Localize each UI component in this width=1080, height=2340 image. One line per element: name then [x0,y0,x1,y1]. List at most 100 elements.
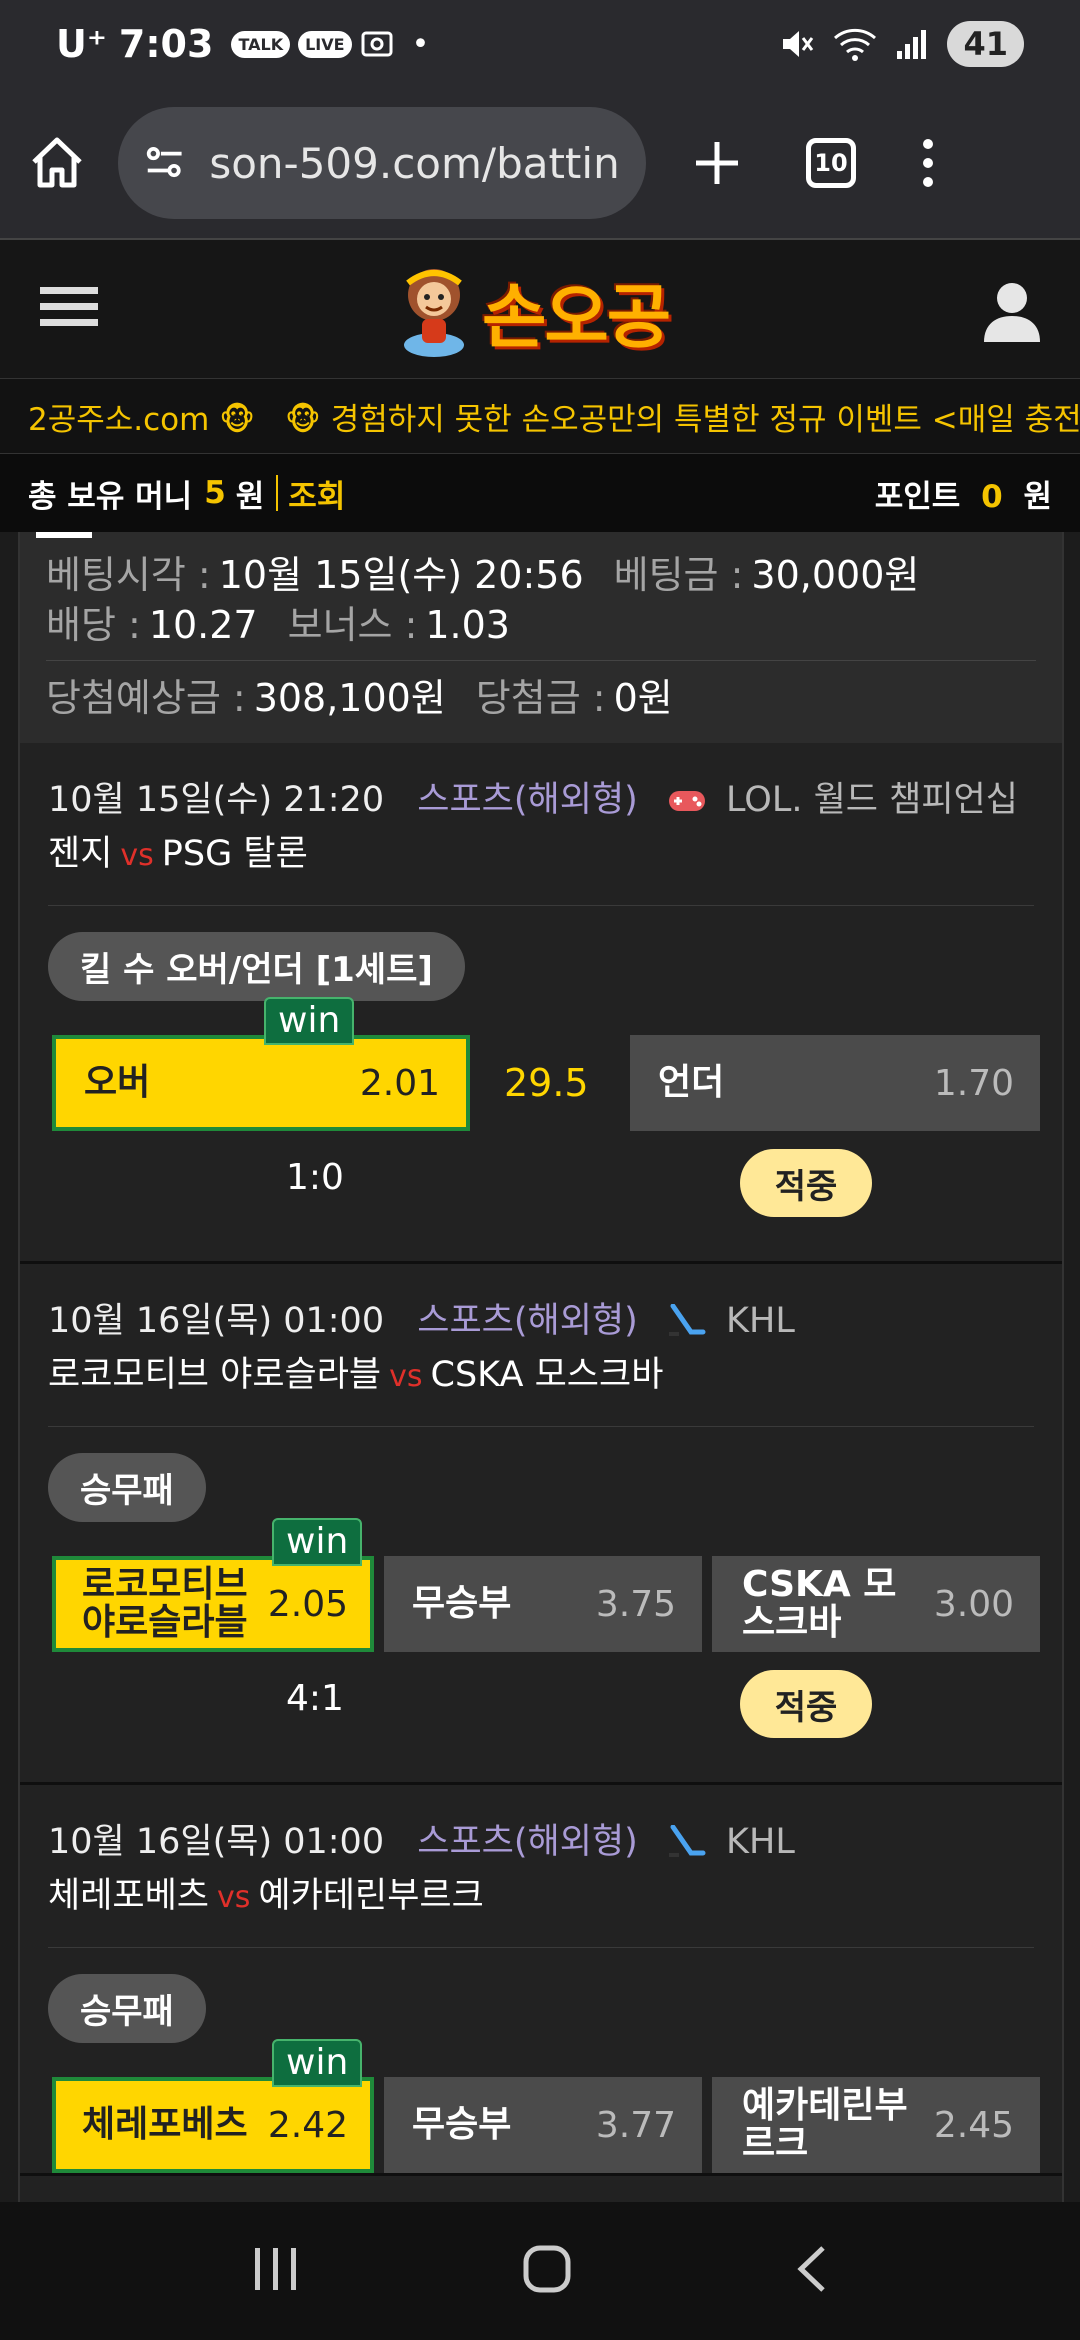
win-amount-label: 당첨금 : [475,676,606,720]
point-area: 포인트 0 원 [875,471,1052,516]
site-logo[interactable]: 손오공 [396,256,686,366]
point-label: 포인트 [874,478,961,515]
option-odd: 1.70 [933,1062,1014,1104]
option-draw[interactable]: 무승부 3.75 [384,1556,702,1652]
option-name: 체레포베츠 [82,2104,248,2145]
system-navigation-bar [0,2202,1080,2340]
tab-switcher-button[interactable]: 10 [806,138,856,188]
vs-label: vs [217,1880,251,1915]
win-amount-value: 0원 [613,676,673,720]
option-draw[interactable]: 무승부 3.77 [384,2077,702,2173]
balance-unit: 원 [235,478,265,515]
option-home[interactable]: win 체레포베츠 2.42 [52,2039,374,2173]
notice-marquee: 2공주소.com 🐵 🐵 경험하지 못한 손오공만의 특별한 정규 이벤트 <매… [0,378,1080,454]
home-team: 체레포베츠 [48,1876,210,1916]
balance-lookup-link[interactable]: 조회 [288,471,345,516]
option-name: 예카테린부르크 [742,2085,908,2164]
match-date: 10월 16일(목) 01:00 [48,1822,385,1862]
bet-history-content[interactable]: 베팅시각 : 10월 15일(수) 20:56 베팅금 : 30,000원 배당… [18,532,1064,2202]
more-menu-button[interactable] [918,136,938,190]
gamepad-icon [668,791,705,811]
final-score: 1:0 [286,1157,344,1198]
home-button[interactable] [26,132,88,194]
option-away[interactable]: CSKA 모스크바 3.00 [712,1556,1040,1652]
recent-apps-button[interactable] [251,2246,301,2296]
result-row: 1:0 적중 [48,1131,1034,1261]
match-teams: 체레포베츠 vs 예카테린부르크 [48,1869,1034,1925]
home-circle-icon [523,2245,571,2293]
screenshot-icon [361,31,393,57]
point-unit: 원 [1023,478,1052,515]
hamburger-menu-button[interactable] [40,283,100,335]
match-category: 스포츠(해외형) [417,1822,638,1862]
market-badge: 승무패 [48,1453,206,1522]
kebab-menu-icon [923,139,933,187]
hamburger-icon [40,287,98,326]
point-amount: 0 [981,478,1003,515]
browser-toolbar: son-509.com/batting 10 [0,88,1080,238]
option-name: CSKA 모스크바 [742,1564,897,1643]
mute-icon [783,31,814,57]
expected-payout-value: 308,100원 [253,676,446,720]
home-nav-button[interactable] [522,2244,572,2298]
bet-options: win 로코모티브 야로슬라블 2.05 무승부 3.75 CSKA 모스크바 … [48,1518,1040,1652]
vs-label: vs [120,838,154,873]
back-button[interactable] [793,2244,829,2298]
site-settings-icon [146,147,182,178]
bet-divider [48,1426,1034,1427]
summary-row-odds: 배당 : 10.27 보너스 : 1.03 [46,600,1036,650]
address-bar[interactable]: son-509.com/batting [118,107,646,219]
option-over[interactable]: win 오버 2.01 [52,997,470,1131]
tab-count: 10 [806,138,856,188]
balance-amount: 5 [204,475,226,511]
status-right: 41 [779,21,1024,67]
expected-payout-label: 당첨예상금 : [46,676,246,720]
win-badge: win [272,1518,363,1566]
option-away[interactable]: 예카테린부르크 2.45 [712,2077,1040,2173]
league-name: KHL [726,1822,795,1862]
battery-indicator: 41 [947,21,1024,67]
away-team: CSKA 모스크바 [430,1355,664,1395]
new-tab-button[interactable] [690,136,744,190]
hockey-stick-icon [668,1824,706,1857]
match-teams: 로코모티브 야로슬라블 vs CSKA 모스크바 [48,1348,1034,1404]
bet-time-value: 10월 15일(수) 20:56 [218,553,584,597]
talk-notification-icon: TALK [231,30,291,58]
summary-row-payout: 당첨예상금 : 308,100원 당첨금 : 0원 [46,673,1036,723]
league-name: KHL [726,1301,795,1341]
bet-options: win 오버 2.01 29.5 언더 1.70 [48,997,1040,1131]
result-row: 4:1 적중 [48,1652,1034,1782]
match-date: 10월 16일(목) 01:00 [48,1301,385,1341]
option-name: 무승부 [412,2104,512,2145]
bet-item: 10월 16일(목) 01:00 스포츠(해외형) KHL 로코모티브 야로슬라… [20,1264,1062,1785]
result-badge: 적중 [740,1670,872,1738]
marquee-item: 2공주소.com 🐵 [28,401,256,438]
home-icon [32,137,82,188]
option-name: 무승부 [412,1583,512,1624]
plus-icon [696,142,738,184]
option-name: 언더 [658,1062,725,1103]
bet-summary: 베팅시각 : 10월 15일(수) 20:56 베팅금 : 30,000원 배당… [20,532,1062,743]
bet-item: 10월 16일(목) 01:00 스포츠(해외형) KHL 체레포베츠 vs 예카테… [20,1785,1062,2176]
app-root: U⁺ 7:03 TALK LIVE • 41 son-509.com/batti… [0,0,1080,2340]
live-notification-icon: LIVE [298,30,352,58]
recent-apps-icon [254,2248,296,2290]
home-team: 젠지 [48,834,113,874]
odds-value: 10.27 [148,603,258,647]
match-date: 10월 15일(수) 21:20 [48,780,385,820]
option-odd: 2.05 [267,1583,348,1625]
option-home[interactable]: win 로코모티브 야로슬라블 2.05 [52,1518,374,1652]
bet-item: 10월 15일(수) 21:20 스포츠(해외형) LOL. 월드 챔피언십 젠… [20,743,1062,1264]
summary-top-indicator [36,532,92,538]
odds-label: 배당 : [46,603,141,647]
wifi-icon [834,28,877,61]
win-badge: win [264,997,355,1045]
match-teams: 젠지 vs PSG 탈론 [48,827,1034,883]
market-badge: 킬 수 오버/언더 [1세트] [48,932,465,1001]
user-account-button[interactable] [980,278,1044,346]
vs-label: vs [389,1359,423,1394]
option-under[interactable]: 언더 1.70 [630,1035,1040,1131]
bet-amount-label: 베팅금 : [613,553,744,597]
result-badge: 적중 [740,1149,872,1217]
match-category: 스포츠(해외형) [417,1301,638,1341]
